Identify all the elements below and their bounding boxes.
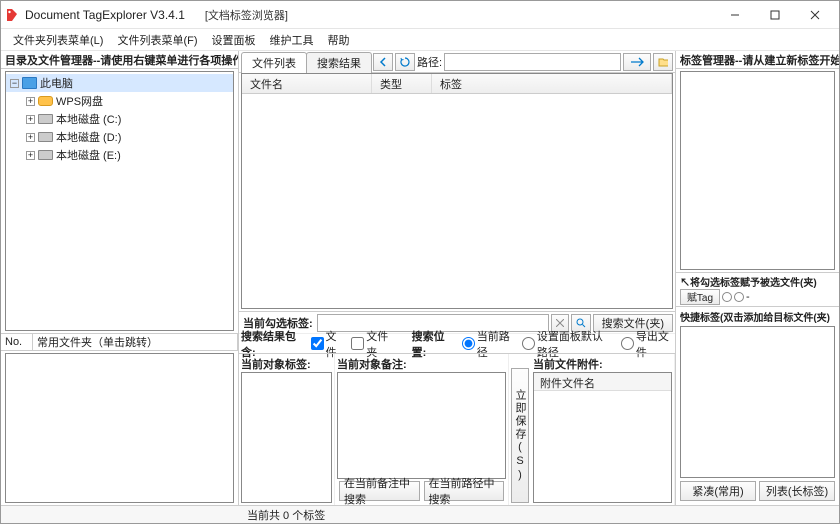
detail-panels: 当前对象标签: 当前对象备注: 在当前备注中搜索 在当前路径中搜索 立即保存(S…: [239, 353, 675, 505]
compact-view-button[interactable]: 紧凑(常用): [680, 481, 756, 501]
collapse-icon[interactable]: −: [10, 79, 19, 88]
menu-maintain[interactable]: 维护工具: [264, 30, 320, 50]
quick-tag-view-buttons: 紧凑(常用) 列表(长标签): [680, 478, 835, 504]
current-tags-title: 当前对象标签:: [241, 356, 332, 372]
current-notes-title: 当前对象备注:: [337, 356, 506, 372]
attachments-col-name: 附件文件名: [534, 373, 671, 391]
path-go-button[interactable]: [623, 53, 651, 71]
menu-bar: 文件夹列表菜单(L) 文件列表菜单(F) 设置面板 维护工具 帮助: [1, 29, 839, 51]
col-filename[interactable]: 文件名: [242, 74, 372, 93]
col-tags[interactable]: 标签: [432, 74, 672, 93]
path-label: 路径:: [417, 54, 442, 70]
file-toolbar: 文件列表 搜索结果 路径:: [239, 51, 675, 73]
menu-help[interactable]: 帮助: [322, 30, 356, 50]
folder-tree[interactable]: − 此电脑 + WPS网盘 + 本地磁盘 (C:) + 本地磁盘 (D:) + 本地磁盘 (E:): [5, 71, 234, 331]
search-options-row: 搜索结果包含: 文件 文件夹 搜索位置: 当前路径 设置面板默认路径 导出文件: [239, 333, 675, 353]
expand-icon[interactable]: +: [26, 97, 35, 106]
col-type[interactable]: 类型: [372, 74, 432, 93]
file-list-header: 文件名 类型 标签: [242, 74, 672, 94]
monitor-icon: [22, 77, 37, 89]
minimize-button[interactable]: [715, 3, 755, 27]
menu-folder-list[interactable]: 文件夹列表菜单(L): [7, 30, 109, 50]
title-bar: Document TagExplorer V3.4.1 [文档标签浏览器]: [1, 1, 839, 29]
list-view-button[interactable]: 列表(长标签): [759, 481, 835, 501]
fav-col-no: No.: [1, 334, 33, 350]
path-input[interactable]: [444, 53, 621, 71]
close-button[interactable]: [795, 3, 835, 27]
current-tags-box[interactable]: [241, 372, 332, 503]
left-panel: 目录及文件管理器--请使用右键菜单进行各项操作… − 此电脑 + WPS网盘 + 本地磁盘…: [1, 51, 239, 505]
tree-item-label: 本地磁盘 (C:): [56, 111, 121, 127]
left-panel-header: 目录及文件管理器--请使用右键菜单进行各项操作…: [1, 51, 238, 69]
assign-tag-label: ↖将勾选标签赋予被选文件(夹): [680, 274, 835, 289]
current-notes-panel: 当前对象备注: 在当前备注中搜索 在当前路径中搜索: [335, 354, 509, 505]
quick-tag-sec: 快捷标签(双击添加给目标文件(夹) 紧凑(常用) 列表(长标签): [676, 306, 839, 506]
nav-back-button[interactable]: [373, 53, 393, 71]
tree-item[interactable]: + 本地磁盘 (D:): [6, 128, 233, 146]
search-in-notes-button[interactable]: 在当前备注中搜索: [339, 481, 420, 501]
tree-item-label: WPS网盘: [56, 93, 103, 109]
assign-tag-sec: ↖将勾选标签赋予被选文件(夹) 赋Tag -: [676, 272, 839, 306]
assign-opt-circle-dash[interactable]: -: [734, 291, 750, 303]
assign-tag-button[interactable]: 赋Tag: [680, 289, 720, 305]
open-folder-button[interactable]: [653, 53, 673, 71]
current-tags-panel: 当前对象标签:: [239, 354, 335, 505]
window-title: Document TagExplorer V3.4.1: [25, 8, 185, 22]
attachments-list[interactable]: 附件文件名: [533, 372, 672, 503]
quick-tag-list[interactable]: [680, 326, 835, 479]
expand-icon[interactable]: +: [26, 151, 35, 160]
tag-manager-list[interactable]: [680, 71, 835, 270]
menu-settings[interactable]: 设置面板: [206, 30, 262, 50]
fav-folder-list[interactable]: [5, 353, 234, 503]
cloud-icon: [38, 96, 53, 106]
notes-button-row: 在当前备注中搜索 在当前路径中搜索: [337, 479, 506, 503]
tree-item[interactable]: + 本地磁盘 (E:): [6, 146, 233, 164]
tree-item[interactable]: + WPS网盘: [6, 92, 233, 110]
app-icon: [5, 8, 19, 22]
quick-tag-label: 快捷标签(双击添加给目标文件(夹): [680, 309, 830, 324]
assign-opt-circle[interactable]: [722, 292, 732, 302]
tree-item[interactable]: − 此电脑: [6, 74, 233, 92]
status-text: 当前共 0 个标签: [247, 507, 325, 523]
tab-search-result[interactable]: 搜索结果: [306, 52, 372, 73]
expand-icon[interactable]: +: [26, 115, 35, 124]
current-notes-box[interactable]: [337, 372, 506, 479]
menu-file-list[interactable]: 文件列表菜单(F): [111, 30, 203, 50]
attachments-panel: 当前文件附件: 附件文件名: [531, 354, 675, 505]
drive-icon: [38, 132, 53, 142]
tree-item-label: 本地磁盘 (E:): [56, 147, 121, 163]
file-list[interactable]: 文件名 类型 标签: [241, 73, 673, 309]
search-in-path-button[interactable]: 在当前路径中搜索: [424, 481, 505, 501]
main-area: 目录及文件管理器--请使用右键菜单进行各项操作… − 此电脑 + WPS网盘 + 本地磁盘…: [1, 51, 839, 505]
fav-folder-header: No. 常用文件夹（单击跳转）: [1, 333, 238, 351]
fav-col-name: 常用文件夹（单击跳转）: [33, 334, 238, 350]
expand-icon[interactable]: +: [26, 133, 35, 142]
tab-file-list[interactable]: 文件列表: [241, 52, 307, 73]
drive-icon: [38, 150, 53, 160]
tag-manager-header: 标签管理器--请从建立新标签开始…: [676, 51, 839, 69]
tree-item-label: 此电脑: [40, 75, 73, 91]
maximize-button[interactable]: [755, 3, 795, 27]
status-bar: 当前共 0 个标签: [1, 505, 839, 523]
window-subtitle: [文档标签浏览器]: [205, 7, 288, 23]
refresh-button[interactable]: [395, 53, 415, 71]
middle-panel: 文件列表 搜索结果 路径: 文件名 类型 标签 当前勾选标签: 搜索文件(夹): [239, 51, 675, 505]
drive-icon: [38, 114, 53, 124]
attachments-title: 当前文件附件:: [533, 356, 672, 372]
right-panel: 标签管理器--请从建立新标签开始… ↖将勾选标签赋予被选文件(夹) 赋Tag -…: [675, 51, 839, 505]
tree-item-label: 本地磁盘 (D:): [56, 129, 121, 145]
tree-item[interactable]: + 本地磁盘 (C:): [6, 110, 233, 128]
save-now-button[interactable]: 立即保存(S): [511, 368, 529, 503]
file-tabs: 文件列表 搜索结果: [241, 51, 371, 73]
